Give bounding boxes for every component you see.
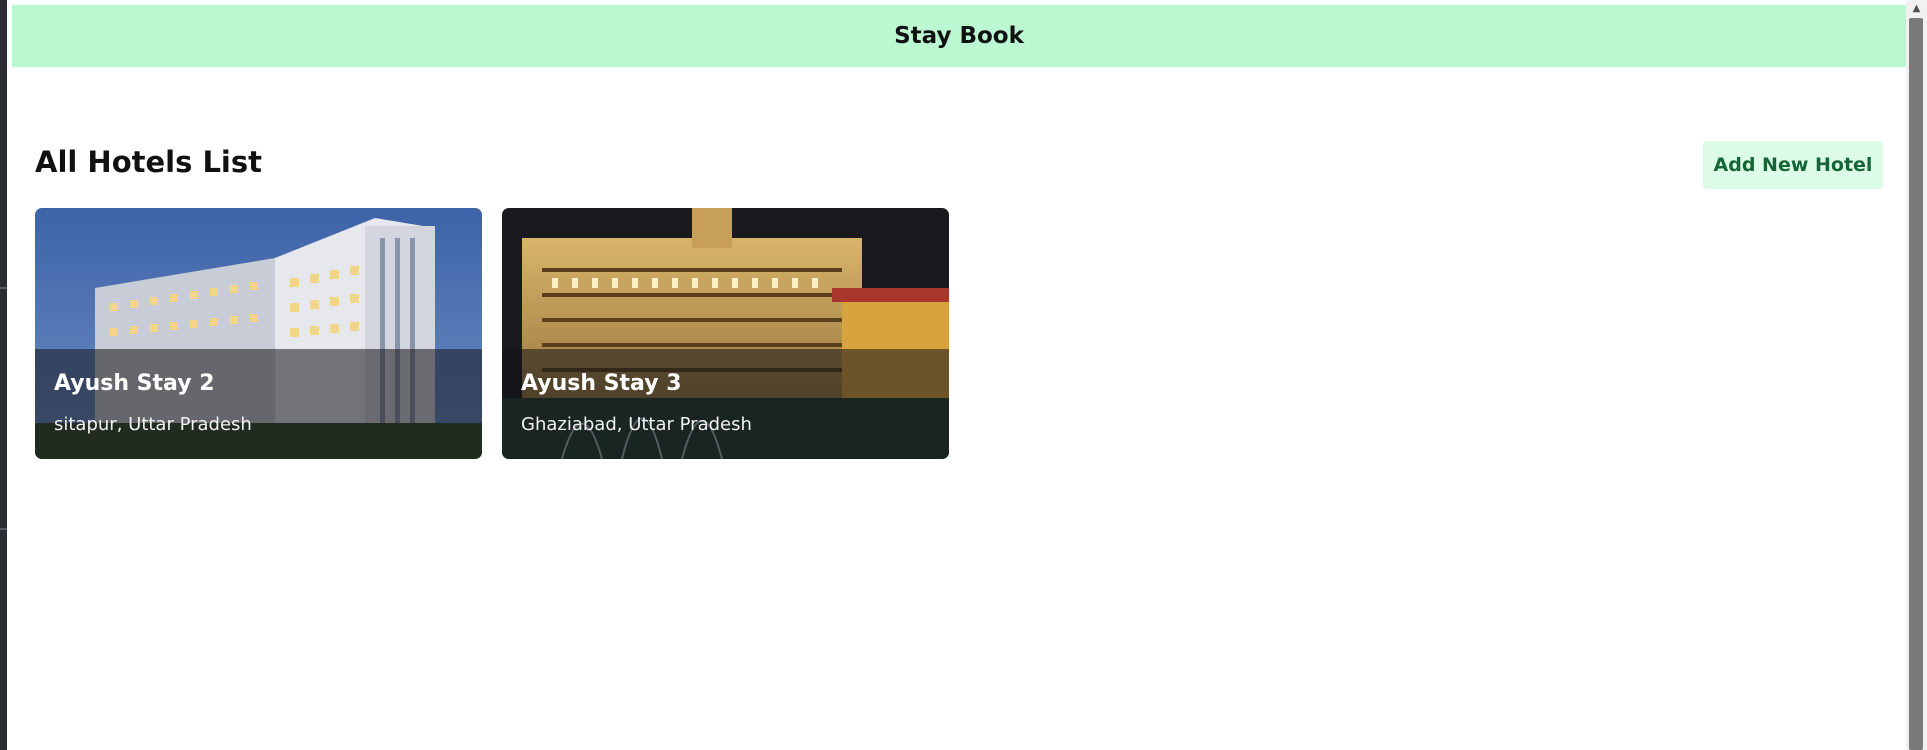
hotel-card[interactable]: Ayush Stay 2 sitapur, Uttar Pradesh bbox=[35, 208, 482, 459]
page: Stay Book All Hotels List Add New Hotel bbox=[7, 0, 1906, 750]
card-caption-overlay bbox=[35, 349, 482, 459]
hotel-location: Ghaziabad, Uttar Pradesh bbox=[521, 414, 752, 435]
edge-mark bbox=[0, 287, 7, 289]
hotel-location: sitapur, Uttar Pradesh bbox=[54, 414, 252, 435]
hotel-card-list: Ayush Stay 2 sitapur, Uttar Pradesh Ayus… bbox=[35, 208, 949, 459]
scrollbar-thumb[interactable] bbox=[1909, 18, 1923, 750]
hotel-name: Ayush Stay 2 bbox=[54, 371, 215, 396]
app-header: Stay Book bbox=[12, 5, 1906, 67]
card-caption-overlay bbox=[502, 349, 949, 459]
edge-mark bbox=[0, 528, 7, 530]
add-new-hotel-button[interactable]: Add New Hotel bbox=[1703, 141, 1883, 189]
hotel-card[interactable]: Ayush Stay 3 Ghaziabad, Uttar Pradesh bbox=[502, 208, 949, 459]
app-title: Stay Book bbox=[894, 23, 1024, 49]
vertical-scrollbar[interactable]: ▲ bbox=[1906, 0, 1927, 750]
left-window-edge bbox=[0, 0, 7, 750]
triangle-up-icon[interactable]: ▲ bbox=[1906, 0, 1927, 18]
hotel-name: Ayush Stay 3 bbox=[521, 371, 682, 396]
page-title: All Hotels List bbox=[35, 145, 262, 179]
